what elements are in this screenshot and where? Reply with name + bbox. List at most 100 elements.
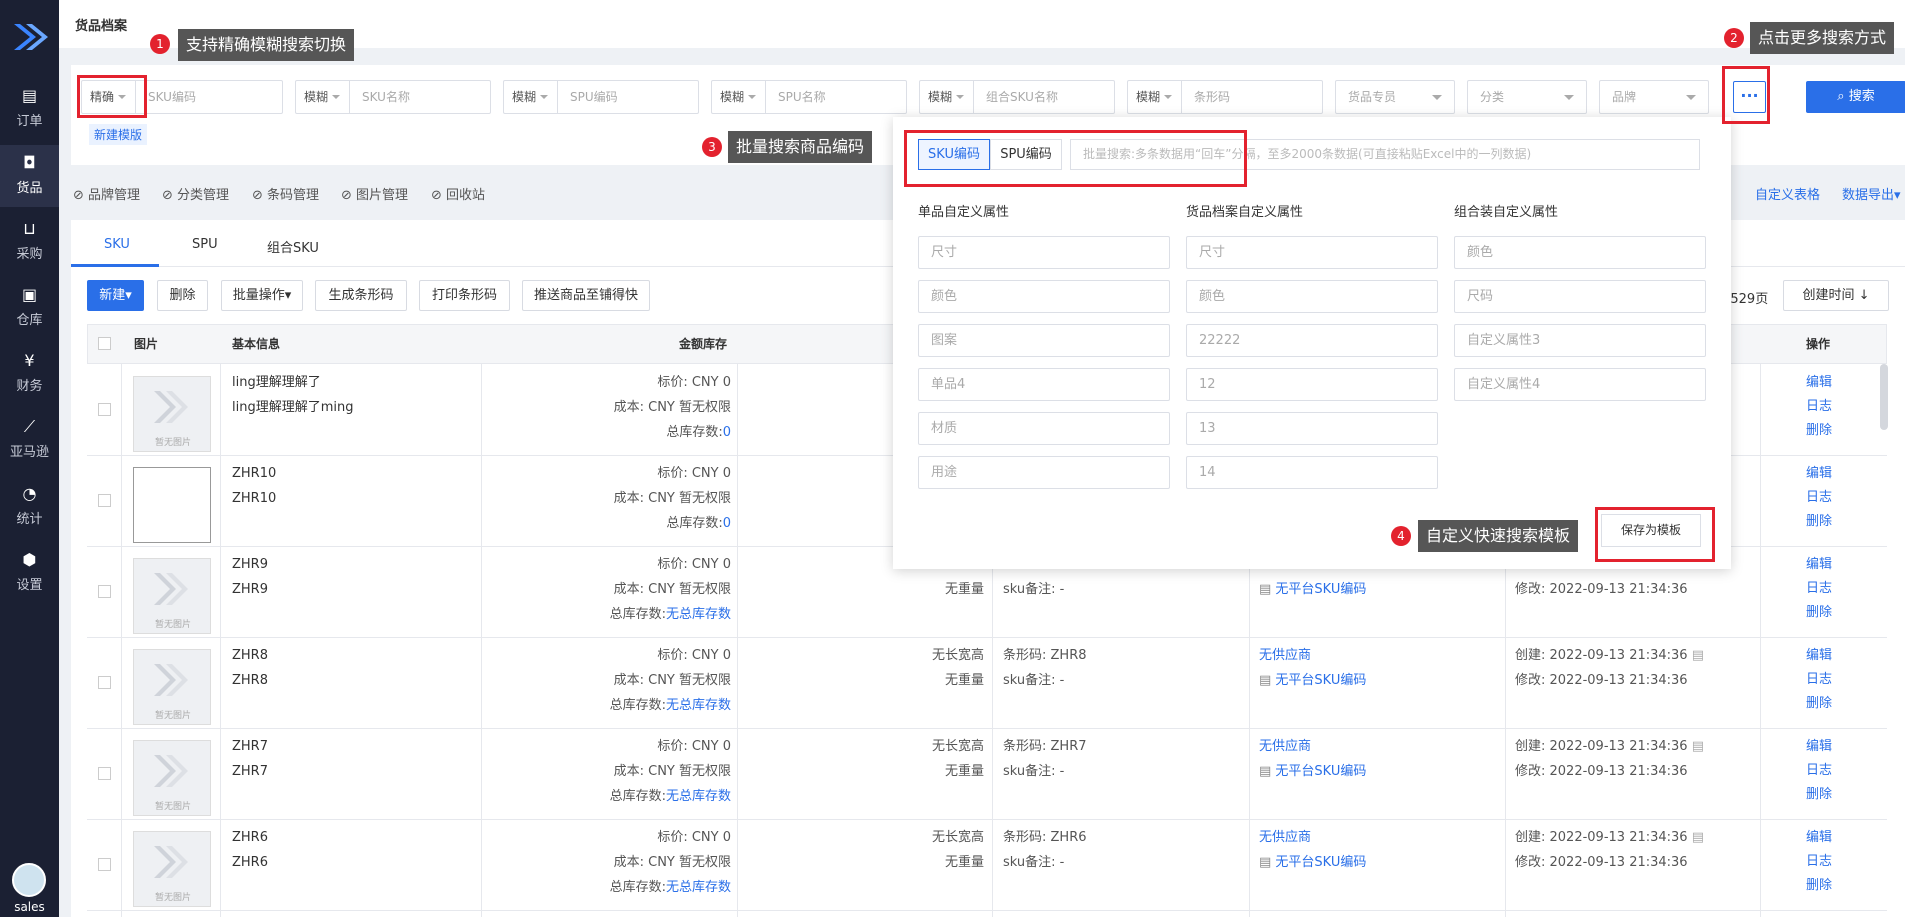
stock-value[interactable]: 无总库存数 <box>666 607 731 622</box>
category-select[interactable]: 分类 <box>1467 80 1587 114</box>
delete-link[interactable]: 删除 <box>1806 509 1832 534</box>
export-link[interactable]: 数据导出▾ <box>1842 184 1901 203</box>
mode-select[interactable]: 模糊 <box>1128 81 1182 113</box>
stock-value[interactable]: 0 <box>723 425 731 440</box>
tab-combo-sku[interactable]: 组合SKU <box>267 237 319 256</box>
scrollbar-thumb[interactable] <box>1880 364 1888 430</box>
custom-table-link[interactable]: 自定义表格 <box>1755 184 1820 203</box>
custom-attr-input[interactable]: 尺寸 <box>1186 236 1438 269</box>
search-button[interactable]: ⌕ 搜索 <box>1806 81 1905 113</box>
platform-sku-link[interactable]: ▤ 无平台SKU编码 <box>1259 850 1366 875</box>
barcode-field[interactable]: 模糊 条形码 <box>1127 80 1323 114</box>
batch-ops-button[interactable]: 批量操作▾ <box>221 280 303 311</box>
delete-link[interactable]: 删除 <box>1806 691 1832 716</box>
tab-spu[interactable]: SPU <box>192 237 218 252</box>
platform-sku-link[interactable]: ▤ 无平台SKU编码 <box>1259 668 1366 693</box>
edit-link[interactable]: 编辑 <box>1806 825 1832 850</box>
custom-attr-input[interactable]: 图案 <box>918 324 1170 357</box>
log-link[interactable]: 日志 <box>1806 576 1832 601</box>
supplier-link[interactable]: 无供应商 <box>1259 734 1311 759</box>
custom-attr-input[interactable]: 材质 <box>918 412 1170 445</box>
delete-link[interactable]: 删除 <box>1806 600 1832 625</box>
custom-attr-input[interactable]: 14 <box>1186 456 1438 489</box>
custom-attr-input[interactable]: 22222 <box>1186 324 1438 357</box>
edit-link[interactable]: 编辑 <box>1806 552 1832 577</box>
row-checkbox[interactable] <box>98 676 111 689</box>
delete-link[interactable]: 删除 <box>1806 418 1832 443</box>
avatar[interactable] <box>12 863 46 897</box>
custom-attr-input[interactable]: 单品4 <box>918 368 1170 401</box>
supplier-link[interactable]: 无供应商 <box>1259 643 1311 668</box>
generate-barcode-button[interactable]: 生成条形码 <box>315 280 407 311</box>
delete-link[interactable]: 删除 <box>1806 782 1832 807</box>
category-manage-link[interactable]: ⊘ 分类管理 <box>162 184 229 203</box>
edit-link[interactable]: 编辑 <box>1806 643 1832 668</box>
custom-attr-input[interactable]: 尺码 <box>1454 280 1706 313</box>
sort-button[interactable]: 创建时间 ↓ <box>1783 280 1889 311</box>
sidebar-item-orders[interactable]: ▤ 订单 <box>0 78 59 136</box>
log-link[interactable]: 日志 <box>1806 758 1832 783</box>
app-logo[interactable] <box>8 16 50 58</box>
staff-select[interactable]: 货品专员 <box>1335 80 1455 114</box>
sidebar-item-settings[interactable]: ⬢ 设置 <box>0 542 59 600</box>
delete-link[interactable]: 删除 <box>1806 873 1832 898</box>
supplier-link[interactable]: 无供应商 <box>1259 825 1311 850</box>
tab-sku[interactable]: SKU <box>104 237 130 252</box>
edit-link[interactable]: 编辑 <box>1806 370 1832 395</box>
image-manage-link[interactable]: ⊘ 图片管理 <box>341 184 408 203</box>
log-link[interactable]: 日志 <box>1806 849 1832 874</box>
custom-attr-input[interactable]: 12 <box>1186 368 1438 401</box>
sidebar-item-goods[interactable]: ◘ 货品 <box>0 145 59 207</box>
platform-sku-link[interactable]: ▤ 无平台SKU编码 <box>1259 577 1366 602</box>
push-goods-button[interactable]: 推送商品至铺得快 <box>522 280 650 311</box>
log-link[interactable]: 日志 <box>1806 394 1832 419</box>
log-link[interactable]: 日志 <box>1806 485 1832 510</box>
custom-attr-input[interactable]: 颜色 <box>1454 236 1706 269</box>
mode-select[interactable]: 模糊 <box>504 81 558 113</box>
new-template-button[interactable]: 新建模版 <box>89 124 148 145</box>
print-barcode-button[interactable]: 打印条形码 <box>419 280 510 311</box>
stock-value[interactable]: 0 <box>723 516 731 531</box>
custom-attr-input[interactable]: 颜色 <box>918 280 1170 313</box>
platform-sku-link[interactable]: ▤ 无平台SKU编码 <box>1259 759 1366 784</box>
stock-value[interactable]: 无总库存数 <box>666 789 731 804</box>
custom-attr-input[interactable]: 尺寸 <box>918 236 1170 269</box>
mode-select[interactable]: 模糊 <box>712 81 766 113</box>
edit-link[interactable]: 编辑 <box>1806 734 1832 759</box>
custom-attr-input[interactable]: 自定义属性3 <box>1454 324 1706 357</box>
spu-name-field[interactable]: 模糊 SPU名称 <box>711 80 907 114</box>
brand-select[interactable]: 品牌 <box>1599 80 1709 114</box>
edit-link[interactable]: 编辑 <box>1806 461 1832 486</box>
sku-name-field[interactable]: 模糊 SKU名称 <box>295 80 491 114</box>
stock-value[interactable]: 无总库存数 <box>666 880 731 895</box>
log-link[interactable]: 日志 <box>1806 667 1832 692</box>
row-checkbox[interactable] <box>98 585 111 598</box>
row-checkbox[interactable] <box>98 494 111 507</box>
custom-attr-input[interactable]: 用途 <box>918 456 1170 489</box>
delete-button[interactable]: 删除 <box>157 280 208 311</box>
custom-attr-input[interactable]: 13 <box>1186 412 1438 445</box>
sidebar-item-amazon[interactable]: ⟋ 亚马逊 <box>0 409 59 467</box>
sidebar-item-warehouse[interactable]: ▣ 仓库 <box>0 277 59 335</box>
row-checkbox[interactable] <box>98 858 111 871</box>
row-checkbox[interactable] <box>98 403 111 416</box>
select-all-checkbox[interactable] <box>98 337 111 350</box>
sidebar-item-finance[interactable]: ¥ 财务 <box>0 343 59 401</box>
custom-attr-input[interactable]: 自定义属性4 <box>1454 368 1706 401</box>
stock-value[interactable]: 无总库存数 <box>666 698 731 713</box>
mode-select[interactable]: 模糊 <box>296 81 350 113</box>
sidebar-item-purchase[interactable]: ⊔ 采购 <box>0 211 59 269</box>
row-checkbox[interactable] <box>98 767 111 780</box>
stock-label: 总库存数: <box>666 425 723 440</box>
custom-attr-input[interactable]: 颜色 <box>1186 280 1438 313</box>
new-button[interactable]: 新建▾ <box>87 280 144 311</box>
barcode-manage-link[interactable]: ⊘ 条码管理 <box>252 184 319 203</box>
no-image-label: 暂无图片 <box>154 711 191 721</box>
spu-code-field[interactable]: 模糊 SPU编码 <box>503 80 699 114</box>
sidebar-item-stats[interactable]: ◔ 统计 <box>0 476 59 534</box>
combo-sku-name-field[interactable]: 模糊 组合SKU名称 <box>919 80 1115 114</box>
recycle-bin-link[interactable]: ⊘ 回收站 <box>431 184 485 203</box>
placeholder: 条形码 <box>1194 90 1231 104</box>
mode-select[interactable]: 模糊 <box>920 81 974 113</box>
brand-manage-link[interactable]: ⊘ 品牌管理 <box>73 184 140 203</box>
